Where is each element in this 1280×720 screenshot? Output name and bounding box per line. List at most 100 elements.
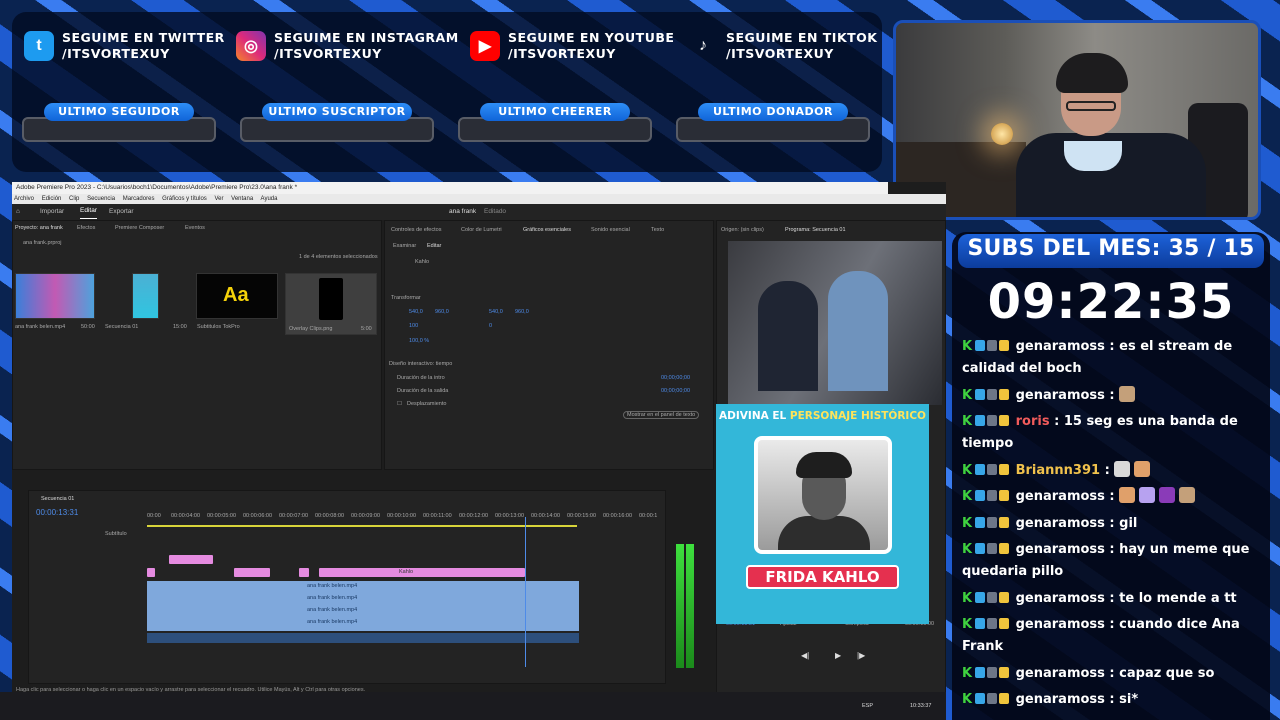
position-y[interactable]: 960,0: [435, 309, 449, 315]
scroll-checkbox[interactable]: ☐: [397, 401, 402, 407]
menu-ayuda[interactable]: Ayuda: [261, 196, 278, 202]
chat-username[interactable]: Briannn391: [1011, 463, 1100, 478]
responsive-label: Diseño interactivo: tiempo: [389, 361, 453, 367]
show-text-panel-button[interactable]: Mostrar en el panel de texto: [623, 411, 700, 419]
menu-secuencia[interactable]: Secuencia: [87, 196, 115, 202]
tab-lumetri[interactable]: Color de Lumetri: [461, 227, 502, 233]
step-forward-button[interactable]: |▶: [857, 651, 865, 660]
social-line2: /ITSVORTEXUY: [726, 46, 834, 61]
play-button[interactable]: ▶: [835, 651, 841, 660]
program-tab[interactable]: Programa: Secuencia 01: [785, 227, 846, 233]
home-icon[interactable]: ⌂: [16, 204, 20, 220]
menu-ventana[interactable]: Ventana: [231, 196, 253, 202]
timeline-clip[interactable]: [147, 568, 155, 577]
video-clips[interactable]: ana frank belen.mp4 ana frank belen.mp4 …: [147, 581, 579, 631]
audio-clip[interactable]: [147, 633, 579, 643]
step-back-button[interactable]: ◀|: [801, 651, 809, 660]
ruler-tick: 00:00:04:00: [171, 513, 201, 519]
menu-graficos[interactable]: Gráficos y títulos: [162, 196, 207, 202]
menu-edicion[interactable]: Edición: [42, 196, 62, 202]
ruler-tick: 00:00:06:00: [243, 513, 273, 519]
menu-ver[interactable]: Ver: [214, 196, 223, 202]
shield-badge-icon: [987, 618, 998, 629]
crown-badge-icon: [999, 618, 1010, 629]
bin-thumb-subtitles[interactable]: Aa: [196, 273, 278, 319]
last-subscriber-label: ULTIMO SUSCRIPTOR: [262, 103, 412, 121]
timeline-clip[interactable]: [299, 568, 309, 577]
chat-username[interactable]: genaramoss: [1011, 388, 1105, 403]
chat-username[interactable]: genaramoss: [1011, 339, 1105, 354]
ruler-tick: 00:00:09:00: [351, 513, 381, 519]
layer-name[interactable]: Kahlo: [415, 259, 429, 265]
playhead[interactable]: [525, 517, 526, 667]
tab-browse[interactable]: Examinar: [393, 243, 416, 249]
chat-emote-icon: [1114, 460, 1131, 477]
chat-message: K genaramoss : te lo mende a tt: [962, 590, 1237, 606]
timeline-clip[interactable]: [234, 568, 270, 577]
scale-value[interactable]: 100: [409, 323, 418, 329]
audio-meter-right: [686, 544, 694, 668]
kick-badge-icon: K: [962, 489, 973, 504]
tab-exportar[interactable]: Exportar: [109, 204, 134, 220]
audio-meter-left: [676, 544, 684, 668]
transform-label: Transformar: [391, 295, 421, 301]
opacity-value[interactable]: 100,0 %: [409, 338, 429, 344]
tab-importar[interactable]: Importar: [40, 204, 64, 220]
bin-item-duration: 15:00: [173, 324, 187, 330]
bin-thumb-sequence[interactable]: [132, 273, 159, 319]
bin-item-name: Overlay Clips.png: [289, 326, 333, 332]
sequence-tab[interactable]: Secuencia 01: [41, 496, 74, 502]
chat-username[interactable]: genaramoss: [1011, 516, 1105, 531]
chat-username[interactable]: genaramoss: [1011, 591, 1105, 606]
chat-username[interactable]: genaramoss: [1011, 666, 1105, 681]
quiz-header-plain: ADIVINA EL: [719, 410, 790, 422]
project-status: Editado: [484, 208, 507, 215]
chat-username[interactable]: genaramoss: [1011, 489, 1105, 504]
source-tab[interactable]: Origen: (sin clips): [721, 227, 764, 233]
chat-username[interactable]: roris: [1011, 414, 1050, 429]
twitter-icon: t: [24, 31, 54, 61]
menu-clip[interactable]: Clip: [69, 196, 79, 202]
timeline-ruler[interactable]: 00:00 00:00:04:00 00:00:05:00 00:00:06:0…: [147, 513, 667, 523]
timeline-timecode[interactable]: 00:00:13:31: [36, 508, 78, 517]
tab-essential-sound[interactable]: Sonido esencial: [591, 227, 630, 233]
outro-value[interactable]: 00;00;00;00: [661, 388, 690, 394]
project-tab[interactable]: Proyecto: ana frank: [15, 225, 63, 231]
shield-badge-icon: [987, 490, 998, 501]
last-donor-label: ULTIMO DONADOR: [698, 103, 848, 121]
chat-username[interactable]: genaramoss: [1011, 542, 1105, 557]
webcam-feed: [893, 20, 1261, 220]
tab-effect-controls[interactable]: Controles de efectos: [391, 227, 441, 233]
chat-text: gil: [1119, 515, 1138, 531]
chat-emote-icon: [1159, 487, 1176, 503]
chat-messages: K genaramoss : es el stream de calidad d…: [962, 336, 1262, 716]
timeline-clip[interactable]: Kahlo: [319, 568, 525, 577]
work-area-bar[interactable]: [147, 525, 577, 527]
taskbar-clock[interactable]: 10:33:37: [910, 703, 931, 709]
position-x[interactable]: 540,0: [409, 309, 423, 315]
tab-text[interactable]: Texto: [651, 227, 664, 233]
tab-essential-graphics[interactable]: Gráficos esenciales: [523, 227, 571, 233]
tab-editar[interactable]: Editar: [80, 204, 97, 219]
chat-username[interactable]: genaramoss: [1011, 617, 1105, 632]
social-line2: /ITSVORTEXUY: [274, 46, 382, 61]
anchor-x[interactable]: 540,0: [489, 309, 503, 315]
intro-value[interactable]: 00;00;00;00: [661, 375, 690, 381]
language-indicator[interactable]: ESP: [862, 703, 873, 709]
anchor-y[interactable]: 960,0: [515, 309, 529, 315]
rotation-value[interactable]: 0: [489, 323, 492, 329]
bin-thumb-video[interactable]: [15, 273, 95, 319]
timeline-clip[interactable]: [169, 555, 213, 564]
menu-marcadores[interactable]: Marcadores: [123, 196, 155, 202]
menu-archivo[interactable]: Archivo: [14, 196, 34, 202]
chat-message: K genaramoss :: [962, 385, 1262, 407]
premiere-composer-tab[interactable]: Premiere Composer: [115, 225, 164, 231]
chat-username[interactable]: genaramoss: [1011, 692, 1105, 707]
events-tab[interactable]: Eventos: [185, 225, 205, 231]
chat-message: K genaramoss : capaz que so: [962, 665, 1215, 681]
effects-tab[interactable]: Efectos: [77, 225, 95, 231]
gem-badge-icon: [975, 340, 986, 351]
tab-edit[interactable]: Editar: [427, 243, 441, 249]
gem-badge-icon: [975, 543, 986, 554]
windows-taskbar: ESP 10:33:37: [0, 692, 946, 720]
